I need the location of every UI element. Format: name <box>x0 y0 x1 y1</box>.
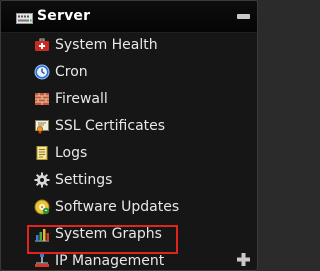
update-disc-icon <box>34 199 50 215</box>
menu-item-label: Cron <box>55 64 88 80</box>
server-rack-icon <box>16 13 33 24</box>
menu-item-system-health[interactable]: System Health <box>34 33 158 57</box>
gear-icon <box>34 172 50 188</box>
menu-item-ssl-certificates[interactable]: SSL Certificates <box>34 114 165 138</box>
brick-wall-icon <box>35 93 49 105</box>
menu-item-label: IP Management <box>55 253 165 269</box>
bar-chart-icon <box>35 229 49 242</box>
menu-item-label: Firewall <box>55 91 108 107</box>
menu-item-settings[interactable]: Settings <box>34 168 112 192</box>
clock-icon <box>34 64 50 80</box>
menu-item-system-graphs[interactable]: System Graphs <box>34 222 162 246</box>
panel-title: Server <box>37 8 91 24</box>
network-icon <box>35 254 49 267</box>
document-icon <box>36 146 48 160</box>
menu-item-label: Logs <box>55 145 88 161</box>
menu-item-firewall[interactable]: Firewall <box>34 87 108 111</box>
panel-header[interactable]: Server <box>1 1 257 33</box>
minus-icon[interactable] <box>237 14 250 19</box>
menu-item-label: Settings <box>55 172 113 188</box>
menu-item-label: System Graphs <box>55 226 162 242</box>
certificate-icon <box>35 120 49 134</box>
menu-item-label: System Health <box>55 37 158 53</box>
menu-item-label: SSL Certificates <box>55 118 166 134</box>
menu-item-logs[interactable]: Logs <box>34 141 87 165</box>
first-aid-kit-icon <box>35 38 49 51</box>
server-panel: Server System Health Cron Firewall SSL C… <box>0 0 258 271</box>
menu-item-label: Software Updates <box>55 199 180 215</box>
menu-item-cron[interactable]: Cron <box>34 60 88 84</box>
plus-icon[interactable] <box>237 253 250 266</box>
menu-item-software-updates[interactable]: Software Updates <box>34 195 179 219</box>
menu-item-ip-management[interactable]: IP Management <box>34 249 165 270</box>
